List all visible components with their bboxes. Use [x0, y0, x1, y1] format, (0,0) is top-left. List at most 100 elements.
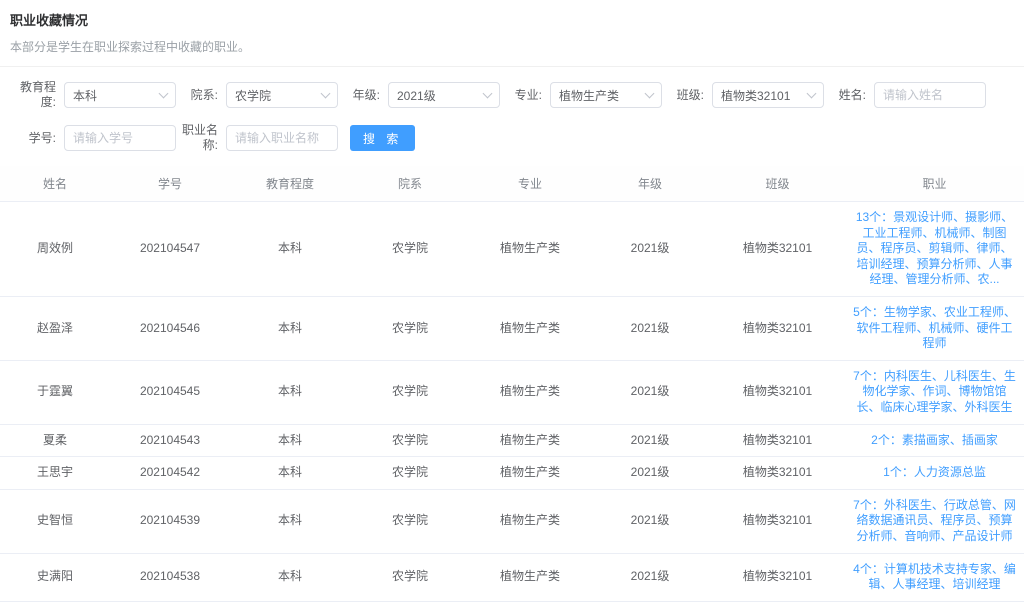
table-row: 史满阳202104538本科农学院植物生产类2021级植物类321014个：计算…: [0, 553, 1024, 601]
cell-education: 本科: [230, 296, 350, 360]
filter-name-label: 姓名:: [824, 88, 866, 103]
cell-careers[interactable]: 5个：生物学家、农业工程师、软件工程师、机械师、硬件工程师: [845, 296, 1024, 360]
filter-student-id: 学号:: [14, 125, 176, 151]
column-header-3: 院系: [350, 166, 470, 202]
department-select[interactable]: 农学院: [226, 82, 338, 108]
cell-careers[interactable]: 2个：素描画家、插画家: [845, 424, 1024, 457]
cell-class-name: 植物类32101: [710, 553, 845, 601]
cell-student-id: 202104538: [110, 553, 230, 601]
cell-major: 植物生产类: [470, 489, 590, 553]
student-id-input[interactable]: [64, 125, 176, 151]
filter-row-1: 教育程度: 本科 院系: 农学院 年级: 2021级 专业: 植物生产类: [14, 80, 1024, 110]
cell-name: 赵盈泽: [0, 296, 110, 360]
page-title: 职业收藏情况: [10, 10, 1014, 29]
cell-name: 周效例: [0, 202, 110, 297]
filter-career-name-label: 职业名称:: [176, 123, 218, 153]
filter-department-label: 院系:: [176, 88, 218, 103]
cell-education: 本科: [230, 360, 350, 424]
cell-department: 农学院: [350, 296, 470, 360]
cell-major: 植物生产类: [470, 296, 590, 360]
cell-department: 农学院: [350, 489, 470, 553]
grade-select[interactable]: 2021级: [388, 82, 500, 108]
filter-student-id-label: 学号:: [14, 131, 56, 146]
column-header-7: 职业: [845, 166, 1024, 202]
students-career-table: 姓名学号教育程度院系专业年级班级职业 周效例202104547本科农学院植物生产…: [0, 166, 1024, 602]
chevron-down-icon: [645, 89, 655, 99]
cell-name: 史智恒: [0, 489, 110, 553]
filter-grade: 年级: 2021级: [338, 82, 500, 108]
filter-major: 专业: 植物生产类: [500, 82, 662, 108]
cell-grade: 2021级: [590, 457, 710, 490]
cell-grade: 2021级: [590, 296, 710, 360]
cell-department: 农学院: [350, 457, 470, 490]
cell-major: 植物生产类: [470, 424, 590, 457]
column-header-5: 年级: [590, 166, 710, 202]
cell-grade: 2021级: [590, 489, 710, 553]
page-header: 职业收藏情况 本部分是学生在职业探索过程中收藏的职业。: [0, 0, 1024, 67]
cell-grade: 2021级: [590, 360, 710, 424]
cell-class-name: 植物类32101: [710, 296, 845, 360]
cell-student-id: 202104543: [110, 424, 230, 457]
cell-name: 王思宇: [0, 457, 110, 490]
cell-major: 植物生产类: [470, 457, 590, 490]
education-select-value: 本科: [73, 87, 97, 104]
grade-select-value: 2021级: [397, 87, 436, 104]
cell-careers[interactable]: 7个：外科医生、行政总管、网络数据通讯员、程序员、预算分析师、音响师、产品设计师: [845, 489, 1024, 553]
cell-grade: 2021级: [590, 202, 710, 297]
cell-department: 农学院: [350, 202, 470, 297]
filter-class: 班级: 植物类32101: [662, 82, 824, 108]
education-select[interactable]: 本科: [64, 82, 176, 108]
career-name-input[interactable]: [226, 125, 338, 151]
class-select[interactable]: 植物类32101: [712, 82, 824, 108]
cell-department: 农学院: [350, 360, 470, 424]
filter-education-label: 教育程度:: [14, 80, 56, 110]
table-row: 王思宇202104542本科农学院植物生产类2021级植物类321011个：人力…: [0, 457, 1024, 490]
cell-major: 植物生产类: [470, 360, 590, 424]
cell-student-id: 202104545: [110, 360, 230, 424]
cell-department: 农学院: [350, 553, 470, 601]
column-header-1: 学号: [110, 166, 230, 202]
filter-education: 教育程度: 本科: [14, 80, 176, 110]
table-row: 史智恒202104539本科农学院植物生产类2021级植物类321017个：外科…: [0, 489, 1024, 553]
column-header-0: 姓名: [0, 166, 110, 202]
column-header-2: 教育程度: [230, 166, 350, 202]
major-select[interactable]: 植物生产类: [550, 82, 662, 108]
cell-education: 本科: [230, 457, 350, 490]
filter-panel: 教育程度: 本科 院系: 农学院 年级: 2021级 专业: 植物生产类: [0, 67, 1024, 153]
cell-class-name: 植物类32101: [710, 360, 845, 424]
cell-class-name: 植物类32101: [710, 202, 845, 297]
cell-major: 植物生产类: [470, 553, 590, 601]
chevron-down-icon: [321, 89, 331, 99]
table-row: 于霆翼202104545本科农学院植物生产类2021级植物类321017个：内科…: [0, 360, 1024, 424]
major-select-value: 植物生产类: [559, 87, 619, 104]
chevron-down-icon: [807, 89, 817, 99]
department-select-value: 农学院: [235, 87, 271, 104]
filter-career-name: 职业名称:: [176, 123, 338, 153]
cell-department: 农学院: [350, 424, 470, 457]
cell-careers[interactable]: 1个：人力资源总监: [845, 457, 1024, 490]
cell-student-id: 202104542: [110, 457, 230, 490]
chevron-down-icon: [159, 89, 169, 99]
cell-major: 植物生产类: [470, 202, 590, 297]
search-button[interactable]: 搜 索: [350, 125, 415, 151]
cell-education: 本科: [230, 553, 350, 601]
column-header-6: 班级: [710, 166, 845, 202]
cell-student-id: 202104539: [110, 489, 230, 553]
cell-careers[interactable]: 4个：计算机技术支持专家、编辑、人事经理、培训经理: [845, 553, 1024, 601]
cell-grade: 2021级: [590, 553, 710, 601]
cell-name: 史满阳: [0, 553, 110, 601]
cell-class-name: 植物类32101: [710, 457, 845, 490]
name-input[interactable]: [874, 82, 986, 108]
table-row: 周效例202104547本科农学院植物生产类2021级植物类3210113个：景…: [0, 202, 1024, 297]
cell-class-name: 植物类32101: [710, 489, 845, 553]
table-header-row: 姓名学号教育程度院系专业年级班级职业: [0, 166, 1024, 202]
filter-department: 院系: 农学院: [176, 82, 338, 108]
cell-careers[interactable]: 13个：景观设计师、摄影师、工业工程师、机械师、制图员、程序员、剪辑师、律师、培…: [845, 202, 1024, 297]
cell-student-id: 202104547: [110, 202, 230, 297]
filter-grade-label: 年级:: [338, 88, 380, 103]
table-row: 赵盈泽202104546本科农学院植物生产类2021级植物类321015个：生物…: [0, 296, 1024, 360]
cell-name: 于霆翼: [0, 360, 110, 424]
cell-grade: 2021级: [590, 424, 710, 457]
cell-careers[interactable]: 7个：内科医生、儿科医生、生物化学家、作词、博物馆馆长、临床心理学家、外科医生: [845, 360, 1024, 424]
filter-class-label: 班级:: [662, 88, 704, 103]
